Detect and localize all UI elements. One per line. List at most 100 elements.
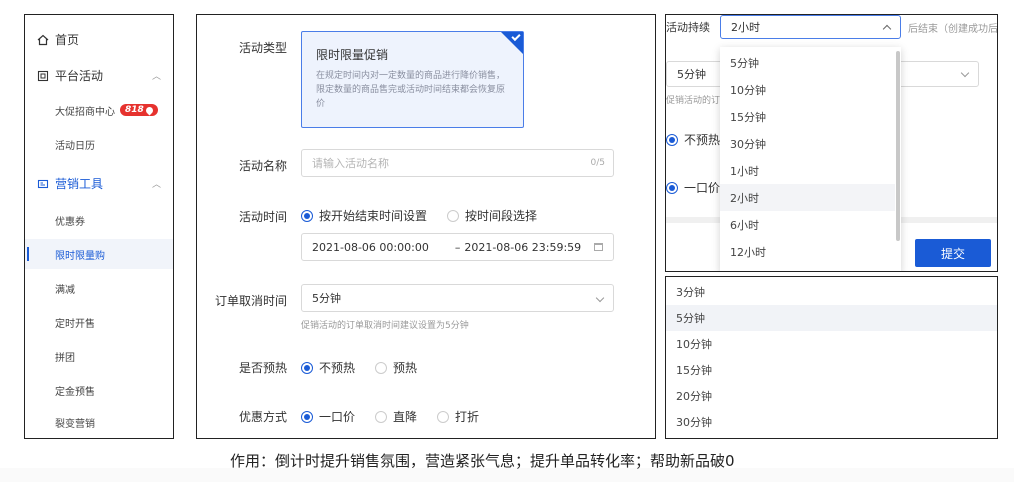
duration-option[interactable]: 6小时 <box>720 211 895 238</box>
activity-form: 活动类型 限时限量促销 在规定时间内对一定数量的商品进行降价销售，限定数量的商品… <box>196 14 656 439</box>
sidebar-item-deposit-presale[interactable]: 定金预售 <box>25 375 173 405</box>
radio-checked <box>301 209 313 222</box>
time-mode-slot-radio[interactable]: 按时间段选择 <box>447 207 537 224</box>
sidebar-item-viral-marketing[interactable]: 裂变营销 <box>25 407 173 437</box>
duration-option[interactable]: 15分钟 <box>720 103 895 130</box>
time-mode-group: 按开始结束时间设置 按时间段选择 <box>301 207 557 224</box>
duration-option[interactable]: 1小时 <box>720 157 895 184</box>
radio-label: 按时间段选择 <box>465 209 538 223</box>
cancel-value: 5分钟 <box>312 292 341 305</box>
discount-group: 一口价 直降 打折 <box>301 408 499 425</box>
type-label: 活动类型 <box>238 41 287 55</box>
sidebar-item-flash-sale[interactable]: 限时限量购 <box>25 239 173 269</box>
time-mode-range-radio[interactable]: 按开始结束时间设置 <box>301 207 427 224</box>
sidebar-item-label: 满减 <box>55 284 75 296</box>
radio-unchecked <box>437 410 450 423</box>
duration-option[interactable]: 5分钟 <box>720 49 895 76</box>
no-preheat-radio-bg[interactable]: 不预热 <box>666 131 720 148</box>
radio-label: 按开始结束时间设置 <box>319 209 428 223</box>
name-input[interactable]: 请输入活动名称 0/5 <box>301 149 614 177</box>
sidebar-item-label: 定金预售 <box>55 386 95 398</box>
sidebar-item-coupon[interactable]: 优惠券 <box>25 205 173 235</box>
cancel-option[interactable]: 30分钟 <box>666 409 997 435</box>
duration-option[interactable]: 10分钟 <box>720 76 895 103</box>
duration-select[interactable]: 2小时 <box>720 15 901 39</box>
duration-after-text: 后结束（创建成功后 <box>908 24 998 35</box>
radio-label: 一口价 <box>319 410 356 424</box>
sidebar-group-marketing[interactable]: 营销工具 ︿ <box>37 175 173 192</box>
sidebar-item-label: 裂变营销 <box>55 418 95 430</box>
radio-label: 打折 <box>455 410 480 424</box>
sidebar-group-platform[interactable]: 平台活动 ︿ <box>37 67 173 84</box>
duration-option[interactable]: 12小时 <box>720 238 895 265</box>
date-separator: – <box>454 240 461 254</box>
duration-option[interactable]: 30分钟 <box>720 130 895 157</box>
chevron-up-icon <box>882 24 892 34</box>
duration-label: 活动持续 <box>666 21 710 34</box>
cancel-label: 订单取消时间 <box>214 294 287 308</box>
sidebar-item-calendar[interactable]: 活动日历 <box>25 129 173 159</box>
radio-label: 一口价 <box>684 181 721 195</box>
sidebar-item-label: 定时开售 <box>55 318 95 330</box>
badge-text: 818 <box>125 105 144 115</box>
marketing-icon <box>37 178 49 190</box>
sidebar: 首页 平台活动 ︿ 大促招商中心 818 活动日历 营销工具 ︿ 优惠券 限时限… <box>24 14 174 439</box>
cancel-hint-bg: 促销活动的订 <box>666 96 721 106</box>
cancel-option[interactable]: 3分钟 <box>666 279 997 305</box>
no-preheat-radio[interactable]: 不预热 <box>301 359 355 376</box>
sidebar-item-full-reduction[interactable]: 满减 <box>25 273 173 303</box>
radio-label: 不预热 <box>319 361 356 375</box>
scrollbar[interactable] <box>896 51 900 241</box>
calendar-icon <box>594 243 603 251</box>
sidebar-item-home[interactable]: 首页 <box>37 31 79 48</box>
discount-label: 优惠方式 <box>238 410 287 424</box>
duration-panel: 活动持续 2小时 后结束（创建成功后 5分钟 促销活动的订 不预热 一口价 提交… <box>665 14 998 272</box>
caption: 作用：倒计时提升销售氛围，营造紧张气息；提升单品转化率；帮助新品破0 <box>230 452 735 470</box>
cancel-time-select[interactable]: 5分钟 <box>301 284 614 312</box>
percent-off-radio[interactable]: 打折 <box>437 408 479 425</box>
fixed-price-radio-bg[interactable]: 一口价 <box>666 179 720 196</box>
type-card-desc: 在规定时间内对一定数量的商品进行降价销售，限定数量的商品售完或活动时间结束都会恢… <box>316 71 506 109</box>
duration-option-selected[interactable]: 2小时 <box>720 184 895 211</box>
home-icon <box>37 34 49 46</box>
sidebar-group-label: 平台活动 <box>55 69 104 83</box>
cancel-option-selected[interactable]: 5分钟 <box>666 305 997 331</box>
preheat-radio[interactable]: 预热 <box>375 359 417 376</box>
chevron-up-icon: ︿ <box>151 180 161 190</box>
duration-value: 2小时 <box>731 21 760 34</box>
sidebar-item-label: 首页 <box>55 33 80 47</box>
sidebar-item-label: 拼团 <box>55 352 75 364</box>
sidebar-group-label: 营销工具 <box>55 177 104 191</box>
radio-checked <box>301 361 313 374</box>
sidebar-item-label: 优惠券 <box>55 216 85 228</box>
type-card-title: 限时限量促销 <box>316 48 389 62</box>
duration-dropdown-menu: 5分钟 10分钟 15分钟 30分钟 1小时 2小时 6小时 12小时 <box>720 47 901 271</box>
sidebar-item-label: 大促招商中心 <box>55 106 115 118</box>
date-range-picker[interactable]: 2021-08-06 00:00:00 – 2021-08-06 23:59:5… <box>301 233 614 261</box>
grid-icon <box>37 70 49 82</box>
type-card-flash-sale[interactable]: 限时限量促销 在规定时间内对一定数量的商品进行降价销售，限定数量的商品售完或活动… <box>301 31 524 128</box>
name-counter: 0/5 <box>590 158 605 168</box>
fixed-price-radio[interactable]: 一口价 <box>301 408 355 425</box>
submit-button[interactable]: 提交 <box>915 239 991 267</box>
radio-label: 预热 <box>393 361 418 375</box>
start-date: 2021-08-06 00:00:00 <box>312 240 429 254</box>
preheat-group: 不预热 预热 <box>301 359 437 376</box>
chevron-down-icon <box>960 68 970 78</box>
radio-unchecked <box>375 361 388 374</box>
cancel-option[interactable]: 15分钟 <box>666 357 997 383</box>
flame-icon <box>144 105 155 115</box>
sidebar-item-scheduled-sale[interactable]: 定时开售 <box>25 307 173 337</box>
radio-checked <box>666 133 678 146</box>
radio-label: 不预热 <box>684 133 721 147</box>
cancel-hint: 促销活动的订单取消时间建议设置为5分钟 <box>301 321 469 331</box>
cancel-option[interactable]: 10分钟 <box>666 331 997 357</box>
radio-label: 直降 <box>393 410 418 424</box>
direct-discount-radio[interactable]: 直降 <box>375 408 417 425</box>
name-label: 活动名称 <box>238 159 287 173</box>
cancel-option[interactable]: 20分钟 <box>666 383 997 409</box>
radio-checked <box>301 410 313 423</box>
sidebar-item-group-buy[interactable]: 拼团 <box>25 341 173 371</box>
chevron-down-icon <box>595 293 605 303</box>
sidebar-item-promo-center[interactable]: 大促招商中心 818 <box>25 95 173 125</box>
